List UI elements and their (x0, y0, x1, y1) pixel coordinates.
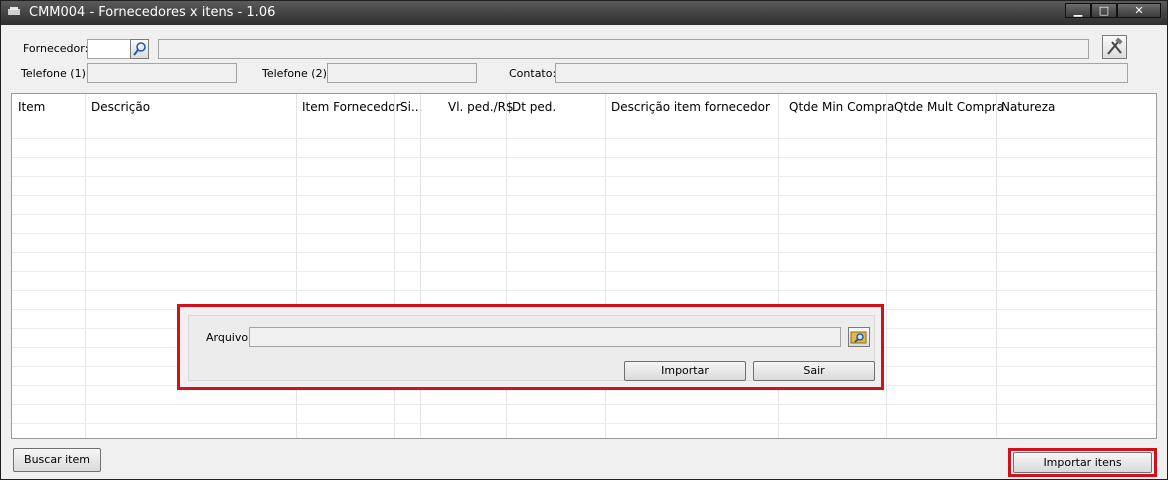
search-fornecedor-button[interactable] (130, 39, 149, 59)
sair-button[interactable]: Sair (753, 361, 875, 381)
telefone1-field (87, 63, 237, 83)
column-header-descricao[interactable]: Descrição (91, 100, 150, 114)
row-divider (12, 423, 1156, 424)
column-header-qtde-mult-compra[interactable]: Qtde Mult Compra (894, 100, 1004, 114)
row-divider (12, 157, 1156, 158)
column-divider (996, 94, 997, 438)
row-divider (12, 214, 1156, 215)
fornecedor-label: Fornecedor: (23, 42, 89, 55)
title-bar: CMM004 - Fornecedores x itens - 1.06 ▁ □… (1, 1, 1167, 25)
column-header-vl-ped[interactable]: Vl. ped./R$ (448, 100, 514, 114)
row-divider (12, 233, 1156, 234)
column-header-item-fornecedor[interactable]: Item Fornecedor (302, 100, 401, 114)
search-icon (133, 42, 146, 56)
row-divider (12, 138, 1156, 139)
column-header-qtde-min-compra[interactable]: Qtde Min Compra (789, 100, 894, 114)
tools-icon (1107, 37, 1123, 55)
close-button[interactable]: ✕ (1117, 3, 1161, 18)
browse-file-button[interactable] (848, 327, 870, 347)
import-dialog: Arquivo: Importar Sair (177, 304, 884, 390)
arquivo-path-field[interactable] (249, 327, 841, 347)
telefone1-label: Telefone (1): (21, 67, 90, 80)
row-divider (12, 176, 1156, 177)
import-dialog-panel: Arquivo: Importar Sair (188, 315, 875, 381)
column-divider (886, 94, 887, 438)
row-divider (12, 290, 1156, 291)
row-divider (12, 404, 1156, 405)
row-divider (12, 252, 1156, 253)
app-icon (8, 7, 20, 15)
row-divider (12, 271, 1156, 272)
column-header-descricao-item-fornecedor[interactable]: Descrição item fornecedor (611, 100, 770, 114)
column-header-natureza[interactable]: Natureza (1001, 100, 1055, 114)
contato-field (555, 63, 1128, 83)
app-window: CMM004 - Fornecedores x itens - 1.06 ▁ □… (0, 0, 1168, 480)
fornecedor-name-field (158, 39, 1089, 59)
grid-header: Item Descrição Item Fornecedor Si... Vl.… (12, 94, 1156, 116)
contato-label: Contato: (509, 67, 557, 80)
arquivo-label: Arquivo: (206, 331, 252, 344)
window-controls: ▁ □ ✕ (1065, 3, 1161, 19)
telefone2-field (327, 63, 477, 83)
window-title: CMM004 - Fornecedores x itens - 1.06 (29, 5, 276, 20)
buscar-item-button[interactable]: Buscar item (13, 448, 101, 472)
column-header-item[interactable]: Item (18, 100, 45, 114)
folder-search-icon (850, 331, 867, 344)
column-divider (85, 94, 86, 438)
importar-itens-button[interactable]: Importar itens (1013, 452, 1152, 473)
telefone2-label: Telefone (2): (262, 67, 331, 80)
tools-button[interactable] (1102, 35, 1127, 59)
fornecedor-code-input[interactable] (87, 39, 131, 59)
row-divider (12, 195, 1156, 196)
column-header-dt-ped[interactable]: Dt ped. (512, 100, 556, 114)
importar-button[interactable]: Importar (624, 361, 746, 381)
maximize-button[interactable]: □ (1091, 3, 1117, 18)
minimize-button[interactable]: ▁ (1065, 3, 1091, 18)
